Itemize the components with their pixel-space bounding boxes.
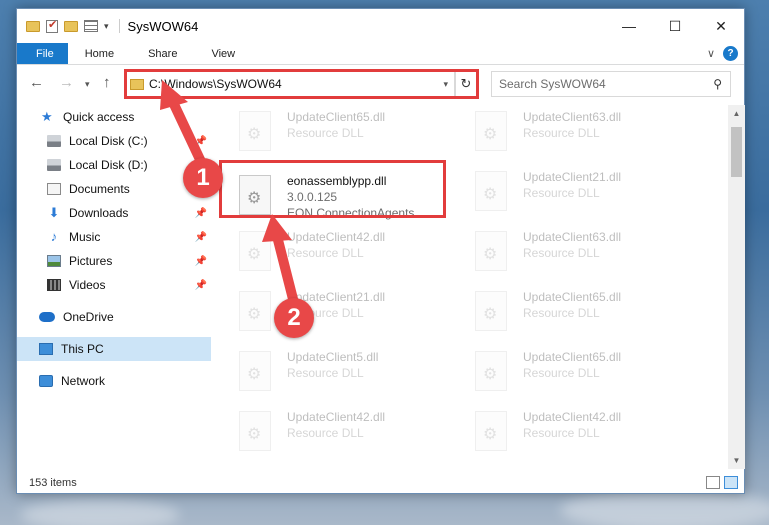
- step-badge-1: 1: [183, 158, 223, 198]
- step-badge-2: 2: [274, 298, 314, 338]
- arrow-1: [160, 80, 209, 173]
- annotation-arrows: [160, 80, 299, 308]
- arrow-2: [262, 214, 299, 308]
